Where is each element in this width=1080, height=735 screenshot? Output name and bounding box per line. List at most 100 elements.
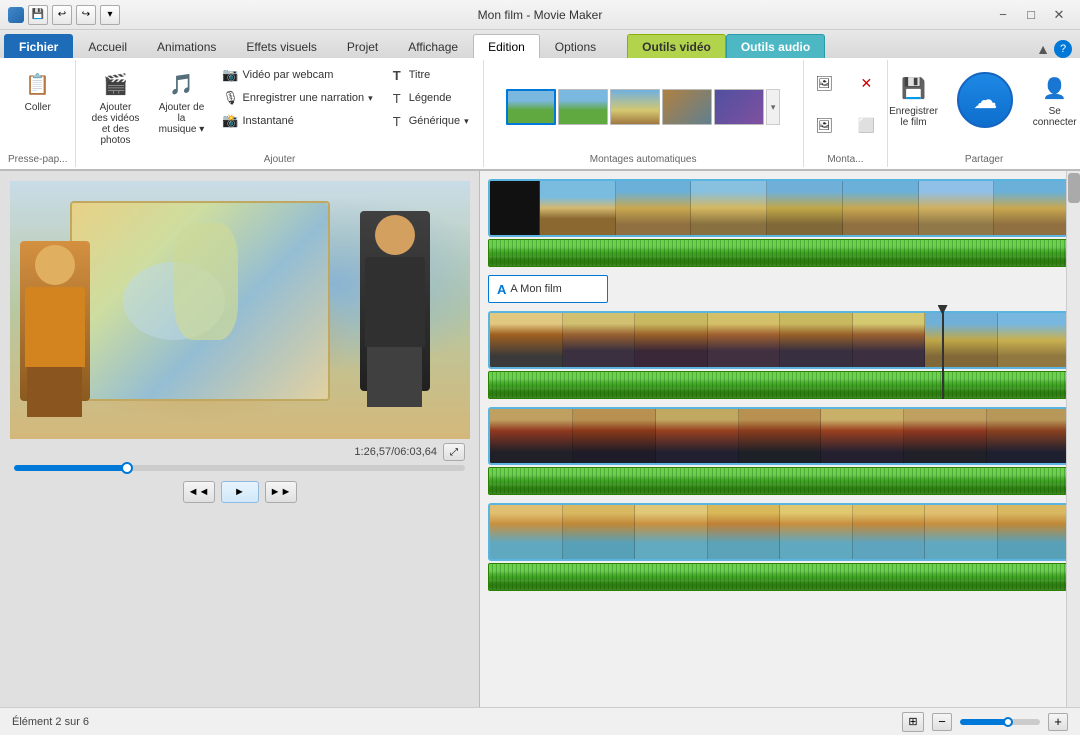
- seek-bar-container[interactable]: [0, 461, 479, 475]
- save-button[interactable]: 💾: [28, 5, 48, 25]
- zoom-slider-thumb[interactable]: [1003, 717, 1013, 727]
- montage-thumb-2[interactable]: [558, 89, 608, 125]
- montage-scroll-down[interactable]: ▾: [766, 89, 780, 125]
- monta-icon4: ⬜: [850, 109, 882, 141]
- montage-thumb-5[interactable]: [714, 89, 764, 125]
- black-leader: [490, 181, 540, 235]
- timeline-pane: A A Mon film: [480, 171, 1080, 707]
- ribbon-ajouter-content: 🎬 Ajouter des vidéoset des photos 🎵 Ajou…: [84, 64, 474, 150]
- ajouter-musique-label: Ajouter de lamusique ▾: [156, 102, 206, 135]
- cloud-icon: ☁: [957, 72, 1013, 128]
- thumb-2-6: [853, 313, 926, 367]
- musique-icon: 🎵: [165, 68, 197, 100]
- tab-options[interactable]: Options: [540, 34, 611, 58]
- thumb-3-5: [821, 409, 904, 463]
- close-button[interactable]: ✕: [1046, 5, 1072, 25]
- zoom-in-button[interactable]: +: [1048, 713, 1068, 731]
- rewind-button[interactable]: ◄◄: [183, 481, 215, 503]
- tab-effets-visuels[interactable]: Effets visuels: [231, 34, 331, 58]
- ajouter-label: Ajouter: [264, 150, 296, 165]
- video-strip-4[interactable]: [488, 503, 1072, 561]
- generique-button[interactable]: T Générique ▾: [383, 110, 475, 132]
- tab-fichier[interactable]: Fichier: [4, 34, 73, 58]
- thumb-2-3: [635, 313, 708, 367]
- ajouter-musique-button[interactable]: 🎵 Ajouter de lamusique ▾: [150, 64, 212, 139]
- thumb-1-7: [994, 181, 1070, 235]
- help-icon: ▲: [1036, 41, 1050, 57]
- preview-pane: 1:26,57/06:03,64 ⤢ ◄◄ ► ►►: [0, 171, 480, 707]
- undo-button[interactable]: ↩: [52, 5, 72, 25]
- seek-thumb[interactable]: [121, 462, 133, 474]
- zoom-slider[interactable]: [960, 719, 1040, 725]
- thumb-3-2: [573, 409, 656, 463]
- seek-bar[interactable]: [14, 465, 465, 471]
- legende-icon: T: [389, 90, 405, 106]
- forward-button[interactable]: ►►: [265, 481, 297, 503]
- title-card-text: A Mon film: [510, 283, 561, 295]
- coller-button[interactable]: 📋 Coller: [16, 64, 60, 117]
- enregistrer-film-button[interactable]: 💾 Enregistrer le film: [884, 68, 944, 132]
- tab-outils-video[interactable]: Outils vidéo: [627, 34, 726, 58]
- monta-btn3[interactable]: 🖼: [805, 106, 843, 144]
- generique-label: Générique: [409, 115, 460, 127]
- legende-button[interactable]: T Légende: [383, 87, 475, 109]
- tab-accueil[interactable]: Accueil: [73, 34, 142, 58]
- audio-strip-1: [488, 239, 1072, 267]
- monta-btn4[interactable]: ⬜: [847, 106, 885, 144]
- title-card[interactable]: A A Mon film: [488, 275, 608, 303]
- playhead: [942, 309, 944, 399]
- expand-button[interactable]: ⤢: [443, 443, 465, 461]
- scrollbar-thumb[interactable]: [1068, 173, 1080, 203]
- cloud-button[interactable]: ☁: [951, 68, 1016, 134]
- titre-button[interactable]: T Titre: [383, 64, 475, 86]
- tab-outils-audio[interactable]: Outils audio: [726, 34, 825, 58]
- ajouter-videos-button[interactable]: 🎬 Ajouter des vidéoset des photos: [84, 64, 146, 150]
- thumb-2-4: [708, 313, 781, 367]
- montage-thumb-3[interactable]: [610, 89, 660, 125]
- redo-button[interactable]: ↪: [76, 5, 96, 25]
- status-bar: Élément 2 sur 6 ⊞ − +: [0, 707, 1080, 735]
- se-connecter-button[interactable]: 👤 Se connecter: [1025, 68, 1080, 132]
- play-button[interactable]: ►: [221, 481, 259, 503]
- narration-label: Enregistrer une narration: [242, 92, 364, 104]
- tab-projet[interactable]: Projet: [332, 34, 393, 58]
- narration-button[interactable]: 🎙 Enregistrer une narration ▾: [216, 87, 378, 109]
- video-strip-1[interactable]: [488, 179, 1072, 237]
- instantane-button[interactable]: 📸 Instantané: [216, 110, 378, 132]
- qat-dropdown[interactable]: ▾: [100, 5, 120, 25]
- time-display: 1:26,57/06:03,64 ⤢: [0, 443, 479, 461]
- maximize-button[interactable]: □: [1018, 5, 1044, 25]
- montage-thumb-1[interactable]: [506, 89, 556, 125]
- presse-papier-label: Presse-pap...: [8, 150, 67, 165]
- video-strip-3[interactable]: [488, 407, 1072, 465]
- thumb-1-5: [843, 181, 919, 235]
- ribbon-montages-content: ▾: [506, 64, 780, 150]
- zoom-out-button[interactable]: −: [932, 713, 952, 731]
- titre-icon: T: [389, 67, 405, 83]
- thumb-1-1: [540, 181, 616, 235]
- waveform-3: [489, 468, 1071, 494]
- timeline-scrollbar[interactable]: [1066, 171, 1080, 707]
- ribbon-group-ajouter: 🎬 Ajouter des vidéoset des photos 🎵 Ajou…: [76, 60, 483, 167]
- track-3: [488, 407, 1072, 495]
- video-strip-2[interactable]: [488, 311, 1072, 369]
- view-mode-button[interactable]: ⊞: [902, 712, 924, 732]
- thumb-4-7: [925, 505, 998, 559]
- narration-icon: 🎙: [222, 90, 238, 106]
- webcam-icon: 📷: [222, 67, 238, 83]
- tab-edition[interactable]: Edition: [473, 34, 540, 58]
- title-bar: 💾 ↩ ↪ ▾ Mon film - Movie Maker − □ ✕: [0, 0, 1080, 30]
- monta-btn1[interactable]: 🖼: [805, 64, 843, 102]
- webcam-button[interactable]: 📷 Vidéo par webcam: [216, 64, 378, 86]
- webcam-label: Vidéo par webcam: [242, 69, 333, 81]
- tab-affichage[interactable]: Affichage: [393, 34, 473, 58]
- tab-animations[interactable]: Animations: [142, 34, 231, 58]
- minimize-button[interactable]: −: [990, 5, 1016, 25]
- question-icon[interactable]: ?: [1054, 40, 1072, 58]
- videos-icon: 🎬: [99, 68, 131, 100]
- monta-btn2[interactable]: ✕: [847, 64, 885, 102]
- montage-thumb-4[interactable]: [662, 89, 712, 125]
- audio-strip-4: [488, 563, 1072, 591]
- ajouter-videos-label: Ajouter des vidéoset des photos: [90, 102, 140, 146]
- partager-label: Partager: [965, 150, 1003, 165]
